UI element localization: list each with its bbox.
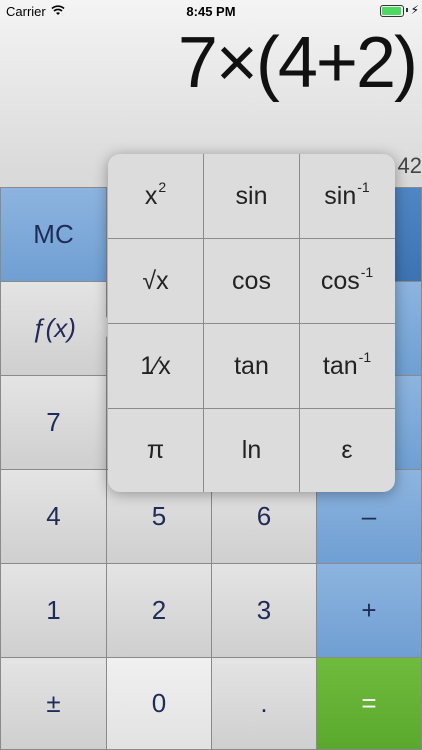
arccos-button[interactable]: cos -1 <box>299 239 395 324</box>
arcsin-exponent: -1 <box>357 179 370 195</box>
memory-clear-button[interactable]: MC <box>0 187 107 282</box>
digit-1-button[interactable]: 1 <box>0 563 107 658</box>
digit-7-button[interactable]: 7 <box>0 375 107 470</box>
charging-icon: ⚡ <box>410 3 419 17</box>
function-button[interactable]: ƒ(x) <box>0 281 107 376</box>
pi-button[interactable]: π <box>108 409 204 492</box>
square-exponent: 2 <box>158 179 167 195</box>
arccos-label: cos <box>320 266 360 295</box>
digit-4-button[interactable]: 4 <box>0 469 107 564</box>
arctan-button[interactable]: tan -1 <box>299 324 395 409</box>
arctan-label: tan <box>322 351 358 380</box>
digit-2-button[interactable]: 2 <box>106 563 212 658</box>
tan-button[interactable]: tan <box>204 324 300 409</box>
clock: 8:45 PM <box>186 4 236 19</box>
status-bar: Carrier 8:45 PM ⚡ <box>0 0 422 22</box>
sin-button[interactable]: sin <box>204 154 300 239</box>
plus-minus-button[interactable]: ± <box>0 657 107 750</box>
expression-display: 7×(4+2) <box>177 23 418 103</box>
arcsin-label: sin <box>324 181 357 210</box>
ln-button[interactable]: ln <box>204 409 300 492</box>
sqrt-button[interactable]: √x <box>108 239 204 324</box>
battery-tip <box>406 8 408 12</box>
reciprocal-button[interactable]: 1⁄x <box>108 324 204 409</box>
calculator-screen: Carrier 8:45 PM ⚡ 7×(4+2) 42 MC ƒ(x) 7 4… <box>0 0 422 750</box>
cos-button[interactable]: cos <box>204 239 300 324</box>
result-display: 42 <box>397 153 422 178</box>
function-popover: x2 sin sin -1 √x cos cos -1 1⁄x tan tan -1 … <box>108 154 395 492</box>
square-button[interactable]: x2 <box>108 154 204 239</box>
arcsin-button[interactable]: sin -1 <box>299 154 395 239</box>
arctan-exponent: -1 <box>358 349 372 365</box>
equals-button[interactable]: = <box>316 657 422 750</box>
digit-0-button[interactable]: 0 <box>106 657 212 750</box>
decimal-button[interactable]: . <box>211 657 317 750</box>
plus-button[interactable]: + <box>316 563 422 658</box>
epsilon-button[interactable]: ε <box>299 409 395 492</box>
battery-icon <box>380 5 404 17</box>
square-label: x <box>144 181 158 210</box>
digit-3-button[interactable]: 3 <box>211 563 317 658</box>
arccos-exponent: -1 <box>360 264 374 280</box>
